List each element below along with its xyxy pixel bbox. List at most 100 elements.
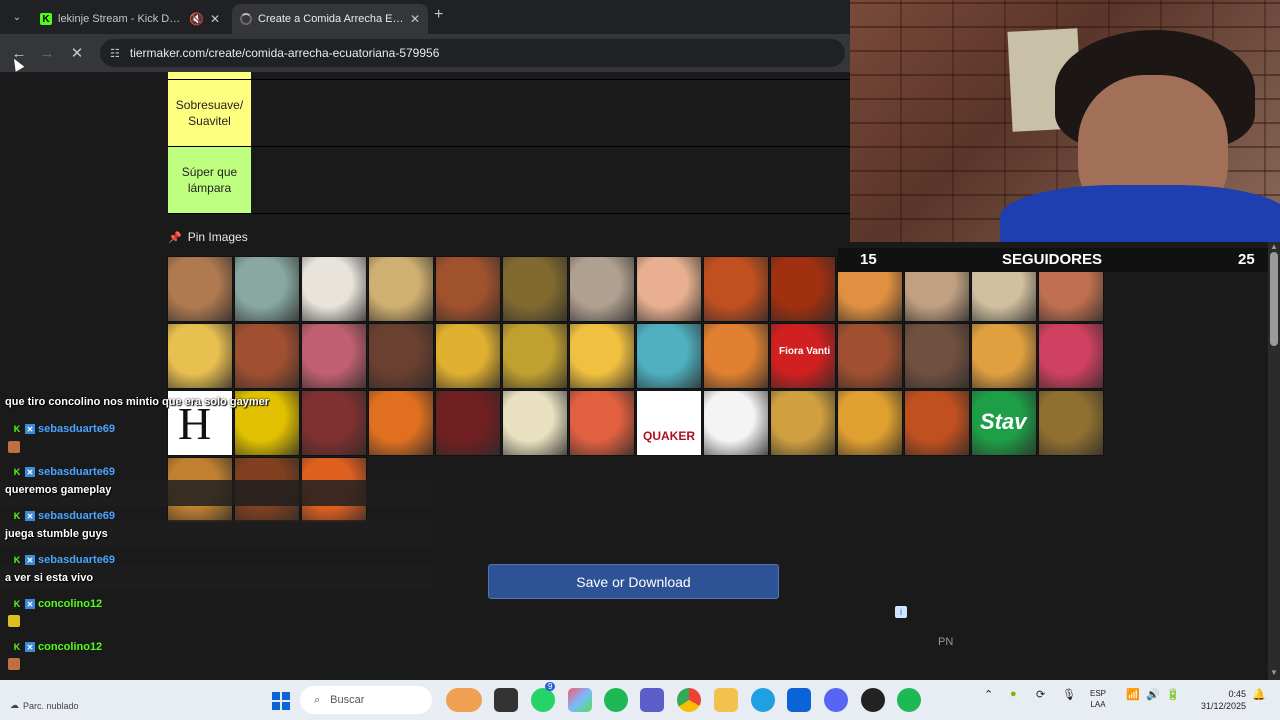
chat-username: sebasduarte69 xyxy=(38,466,116,478)
system-clock[interactable]: 0:45 31/12/2025 xyxy=(1190,688,1246,712)
taskbar-search[interactable]: ⌕ Buscar xyxy=(300,686,432,714)
tier-image-tile[interactable] xyxy=(569,256,635,322)
microphone-icon[interactable]: 🎙 xyxy=(1062,688,1076,701)
tier-image-tile[interactable] xyxy=(435,390,501,456)
copilot-icon[interactable] xyxy=(568,688,592,712)
scroll-down-arrow-icon[interactable]: ▼ xyxy=(1270,668,1278,677)
tier-image-tile[interactable] xyxy=(368,323,434,389)
kick-favicon-icon: K xyxy=(40,13,52,25)
tier-image-tile[interactable] xyxy=(435,323,501,389)
spotify-icon[interactable] xyxy=(897,688,921,712)
chat-user-line: K ✕ sebasduarte69 xyxy=(12,554,115,566)
tier-image-tile[interactable] xyxy=(703,390,769,456)
file-app-icon[interactable] xyxy=(494,688,518,712)
tier-image-tile[interactable] xyxy=(904,390,970,456)
tab-search-chevron-icon[interactable]: ⌄ xyxy=(8,8,26,26)
tier-image-tile[interactable] xyxy=(167,323,233,389)
tier-image-tile[interactable]: Stav xyxy=(971,390,1037,456)
store-icon[interactable] xyxy=(787,688,811,712)
chat-user-line: K ✕ sebasduarte69 xyxy=(12,423,115,435)
show-hidden-icons-chevron-icon[interactable]: ⌃ xyxy=(984,688,993,701)
tier-label[interactable]: Sobresuave/ Suavitel xyxy=(168,80,251,146)
tier-image-tile[interactable] xyxy=(636,323,702,389)
search-placeholder: Buscar xyxy=(330,694,365,706)
page-scrollbar[interactable]: ▲ ▼ xyxy=(1268,242,1280,680)
url-text: tiermaker.com/create/comida-arrecha-ecua… xyxy=(129,46,440,60)
discord-icon[interactable] xyxy=(824,688,848,712)
tier-image-tile[interactable] xyxy=(904,323,970,389)
pin-images-toggle[interactable]: 📌 Pin Images xyxy=(168,230,248,244)
input-language[interactable]: ESP LAA xyxy=(1090,688,1106,710)
tier-image-tile[interactable] xyxy=(234,323,300,389)
scroll-up-arrow-icon[interactable]: ▲ xyxy=(1270,242,1278,251)
tier-image-tile[interactable] xyxy=(703,323,769,389)
tier-image-tile[interactable] xyxy=(1038,323,1104,389)
file-explorer-icon[interactable] xyxy=(714,688,738,712)
tier-image-tile[interactable] xyxy=(569,323,635,389)
fioravanti-can-text: Fiora Vanti xyxy=(779,346,831,357)
teams-icon[interactable] xyxy=(640,688,664,712)
site-info-icon[interactable]: ☷ xyxy=(110,47,120,60)
pin-images-label: Pin Images xyxy=(187,230,248,244)
notification-bell-icon[interactable]: 🔔 xyxy=(1252,688,1266,701)
forward-arrow-icon[interactable]: → xyxy=(38,44,56,62)
tier-image-tile[interactable] xyxy=(301,323,367,389)
chat-message-text: que tiro concolino nos mintio que era so… xyxy=(5,396,270,408)
tier-image-tile[interactable] xyxy=(703,256,769,322)
tier-label[interactable] xyxy=(168,72,251,79)
mute-icon[interactable]: 🔇 xyxy=(189,12,204,26)
tier-image-tile[interactable] xyxy=(837,323,903,389)
tier-image-tile[interactable] xyxy=(368,256,434,322)
sync-icon[interactable]: ⟳ xyxy=(1036,688,1045,701)
save-or-download-button[interactable]: Save or Download xyxy=(488,564,779,599)
chat-username: sebasduarte69 xyxy=(38,554,116,566)
tier-image-tile[interactable] xyxy=(569,390,635,456)
spotify-icon[interactable] xyxy=(604,688,628,712)
battery-icon[interactable]: 🔋 xyxy=(1166,688,1180,701)
tab-tiermaker[interactable]: Create a Comida Arrecha Ecuat ✕ xyxy=(232,4,428,34)
search-icon: ⌕ xyxy=(314,693,321,706)
tier-image-tile[interactable] xyxy=(502,256,568,322)
edge-icon[interactable] xyxy=(751,688,775,712)
tray-app-icon[interactable]: ● xyxy=(1010,688,1017,700)
tier-image-tile[interactable] xyxy=(301,256,367,322)
stop-loading-icon[interactable]: ✕ xyxy=(68,44,86,62)
windows-start-icon[interactable] xyxy=(272,692,290,710)
tier-image-tile[interactable] xyxy=(234,256,300,322)
tier-image-tile[interactable] xyxy=(1038,390,1104,456)
tier-image-tile[interactable] xyxy=(770,390,836,456)
whatsapp-icon[interactable]: 9 xyxy=(531,682,556,712)
new-tab-plus-icon[interactable]: + xyxy=(434,6,443,24)
chat-username: concolino12 xyxy=(38,641,103,653)
tier-image-tile[interactable] xyxy=(770,256,836,322)
ad-info-icon[interactable]: i xyxy=(895,606,907,618)
close-tab-icon[interactable]: ✕ xyxy=(410,12,420,26)
close-tab-icon[interactable]: ✕ xyxy=(210,12,220,26)
tier-image-tile[interactable] xyxy=(502,390,568,456)
volume-icon[interactable]: 🔊 xyxy=(1146,688,1160,701)
tier-image-tile[interactable] xyxy=(502,323,568,389)
tier-image-tile[interactable] xyxy=(837,390,903,456)
address-bar[interactable]: ☷ tiermaker.com/create/comida-arrecha-ec… xyxy=(100,39,845,67)
wifi-icon[interactable]: 📶 xyxy=(1126,688,1140,701)
tier-image-tile[interactable]: Fiora Vanti xyxy=(770,323,836,389)
tier-image-tile[interactable] xyxy=(636,256,702,322)
tab-kick-dashboard[interactable]: K lekinje Stream - Kick Dashb 🔇 ✕ xyxy=(32,4,228,34)
chat-username: sebasduarte69 xyxy=(38,423,116,435)
weather-widget[interactable]: ☁ Parc. nublado xyxy=(10,700,79,711)
tier-image-tile[interactable] xyxy=(167,256,233,322)
news-widget-icon[interactable] xyxy=(446,688,482,712)
tier-label[interactable]: Súper que lámpara xyxy=(168,147,251,213)
tier-image-tile[interactable] xyxy=(971,323,1037,389)
stream-chat-overlay: que tiro concolino nos mintio que era so… xyxy=(0,394,440,720)
chat-user-line: K✕concolino12 xyxy=(12,641,102,653)
obs-icon[interactable] xyxy=(861,688,885,712)
verified-badge-icon: ✕ xyxy=(25,511,35,521)
scrollbar-thumb[interactable] xyxy=(1270,252,1278,346)
verified-badge-icon: ✕ xyxy=(25,599,35,609)
chat-emote-icon xyxy=(8,658,20,670)
tier-image-tile[interactable]: QUAKER xyxy=(636,390,702,456)
tier-image-tile[interactable] xyxy=(435,256,501,322)
chrome-icon[interactable] xyxy=(677,688,701,712)
verified-badge-icon: ✕ xyxy=(25,467,35,477)
